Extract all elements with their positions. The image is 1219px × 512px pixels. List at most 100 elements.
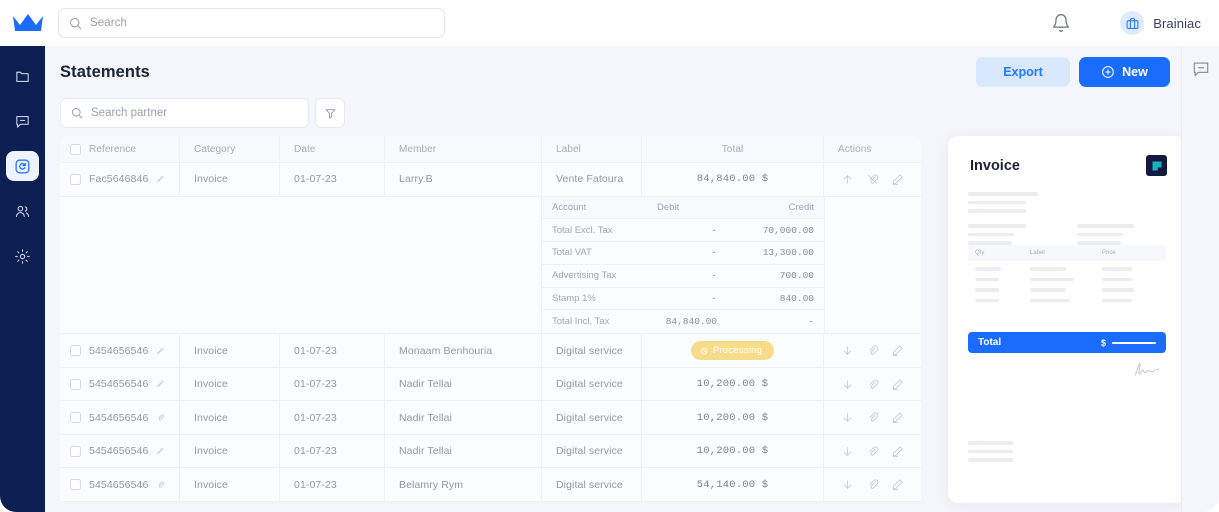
cell-reference: 5454656546: [60, 434, 180, 468]
table-row[interactable]: 5454656546 Invoice 01-07-23 Nadir Tellai…: [60, 401, 921, 435]
support-chat-icon[interactable]: [1191, 59, 1211, 79]
cell-member: Nadir Tellai: [385, 434, 542, 468]
subcell-debit: -: [711, 270, 717, 282]
cell-category: Invoice: [180, 334, 280, 367]
sidebar-item-folder[interactable]: [6, 61, 39, 91]
paperclip-icon[interactable]: [866, 478, 879, 491]
cell-actions: [824, 163, 921, 196]
column-header-date: Date: [280, 136, 385, 162]
pencil-icon[interactable]: [891, 344, 904, 357]
paperclip-icon[interactable]: [866, 378, 879, 391]
subcell-credit: -: [808, 316, 814, 328]
invoice-preview-title: Invoice: [970, 158, 1020, 174]
row-checkbox[interactable]: [70, 445, 81, 457]
subcell-credit: 70,000.00: [762, 224, 814, 236]
pencil-icon[interactable]: [891, 378, 904, 391]
expanded-detail-row: Account Debit Credit Total Excl. Tax - 7…: [60, 196, 921, 335]
placeholder-block-sender: [968, 192, 1038, 213]
cell-reference: 5454656546: [60, 334, 180, 367]
pencil-icon[interactable]: [891, 173, 904, 186]
filter-button[interactable]: [315, 98, 345, 128]
reference-value: 5454656546: [89, 478, 149, 491]
subcell-credit: 840.00: [779, 293, 814, 305]
reference-value: 5454656546: [89, 344, 149, 357]
table-row[interactable]: 5454656546 Invoice 01-07-23 Nadir Tellai…: [60, 434, 921, 469]
arrow-down-icon[interactable]: [841, 378, 854, 391]
amount-placeholder-line: [1112, 341, 1156, 344]
magic-wand-icon[interactable]: [156, 378, 165, 390]
table-row[interactable]: 5454656546 Invoice 01-07-23 Monaam Benho…: [60, 334, 921, 368]
row-checkbox[interactable]: [70, 345, 81, 357]
sidebar-item-settings[interactable]: [6, 241, 39, 271]
row-checkbox[interactable]: [70, 479, 81, 491]
magic-wand-icon[interactable]: [156, 173, 165, 185]
total-value: 84,840.00 $: [696, 173, 769, 186]
cell-date: 01-07-23: [280, 163, 385, 196]
subcell-account: Total VAT: [552, 247, 592, 259]
table-row[interactable]: 5454656546 Invoice 01-07-23 Belamry Rym …: [60, 468, 921, 502]
cell-label: Digital service: [542, 401, 642, 434]
cell-member: Larry.B: [385, 163, 542, 196]
paperclip-icon[interactable]: [866, 411, 879, 424]
cell-member: Monaam Benhouria: [385, 334, 542, 367]
subcolumn-header-debit: Debit: [657, 201, 680, 213]
cell-date: 01-07-23: [280, 468, 385, 501]
pencil-icon[interactable]: [891, 445, 904, 458]
mini-column-price: Price: [1102, 250, 1116, 256]
pencil-icon[interactable]: [891, 411, 904, 424]
column-header-member: Member: [385, 136, 542, 162]
pencil-icon[interactable]: [891, 478, 904, 491]
right-rail: [1181, 46, 1219, 512]
search-icon: [69, 17, 82, 29]
cell-total: 84,840.00 $: [642, 163, 824, 196]
invoice-items-placeholder-rows: [968, 267, 1166, 302]
row-checkbox[interactable]: [70, 378, 81, 390]
placeholder-block-footer: [968, 441, 1013, 462]
paperclip-slash-icon[interactable]: [866, 173, 879, 186]
global-search-placeholder: Search: [90, 17, 128, 29]
paperclip-icon[interactable]: [156, 479, 165, 491]
export-button[interactable]: Export: [976, 57, 1070, 87]
user-menu[interactable]: Brainiac: [1120, 11, 1201, 35]
new-button[interactable]: New: [1079, 57, 1170, 87]
invoice-preview-panel[interactable]: Invoice Qty Label Price Total $: [948, 136, 1186, 503]
subtable-row: Advertising Tax - 700.00: [542, 265, 824, 288]
arrow-down-icon[interactable]: [841, 478, 854, 491]
search-icon: [71, 107, 83, 119]
subcell-account: Total Excl. Tax: [552, 224, 613, 236]
arrow-up-icon[interactable]: [841, 173, 854, 186]
paperclip-icon[interactable]: [156, 412, 165, 424]
row-checkbox[interactable]: [70, 173, 81, 185]
status-badge: Processing: [691, 341, 774, 361]
magic-wand-icon[interactable]: [156, 345, 165, 357]
cell-category: Invoice: [180, 163, 280, 196]
paperclip-icon[interactable]: [866, 445, 879, 458]
paperclip-icon[interactable]: [866, 344, 879, 357]
magic-wand-icon[interactable]: [156, 445, 165, 457]
cell-category: Invoice: [180, 434, 280, 468]
funnel-filter-icon: [325, 108, 335, 118]
sidebar-item-statements[interactable]: [6, 151, 39, 181]
select-all-checkbox[interactable]: [70, 143, 81, 155]
subcell-debit: -: [711, 293, 717, 305]
cell-actions: [824, 468, 921, 501]
arrow-down-icon[interactable]: [841, 411, 854, 424]
cell-actions: [824, 435, 921, 468]
reference-value: 5454656546: [89, 411, 149, 424]
arrow-down-icon[interactable]: [841, 445, 854, 458]
notifications-bell-icon[interactable]: [1051, 13, 1071, 33]
arrow-down-icon[interactable]: [841, 344, 854, 357]
sidebar-item-users[interactable]: [6, 196, 39, 226]
placeholder-item-row: [968, 288, 1166, 292]
table-row[interactable]: 5454656546 Invoice 01-07-23 Nadir Tellai…: [60, 367, 921, 402]
table-row[interactable]: Fac5646846 Invoice 01-07-23 Larry.B Vent…: [60, 163, 921, 197]
subtable-row: Total VAT - 13,300.00: [542, 242, 824, 265]
cell-category: Invoice: [180, 367, 280, 401]
search-partner-input[interactable]: Search partner: [60, 98, 309, 128]
global-search-input[interactable]: Search: [58, 8, 445, 38]
column-label: Reference: [89, 143, 137, 155]
row-checkbox[interactable]: [70, 412, 81, 424]
cell-total: Processing: [642, 334, 824, 367]
crown-logo[interactable]: [12, 12, 44, 34]
sidebar-item-messages[interactable]: [6, 106, 39, 136]
